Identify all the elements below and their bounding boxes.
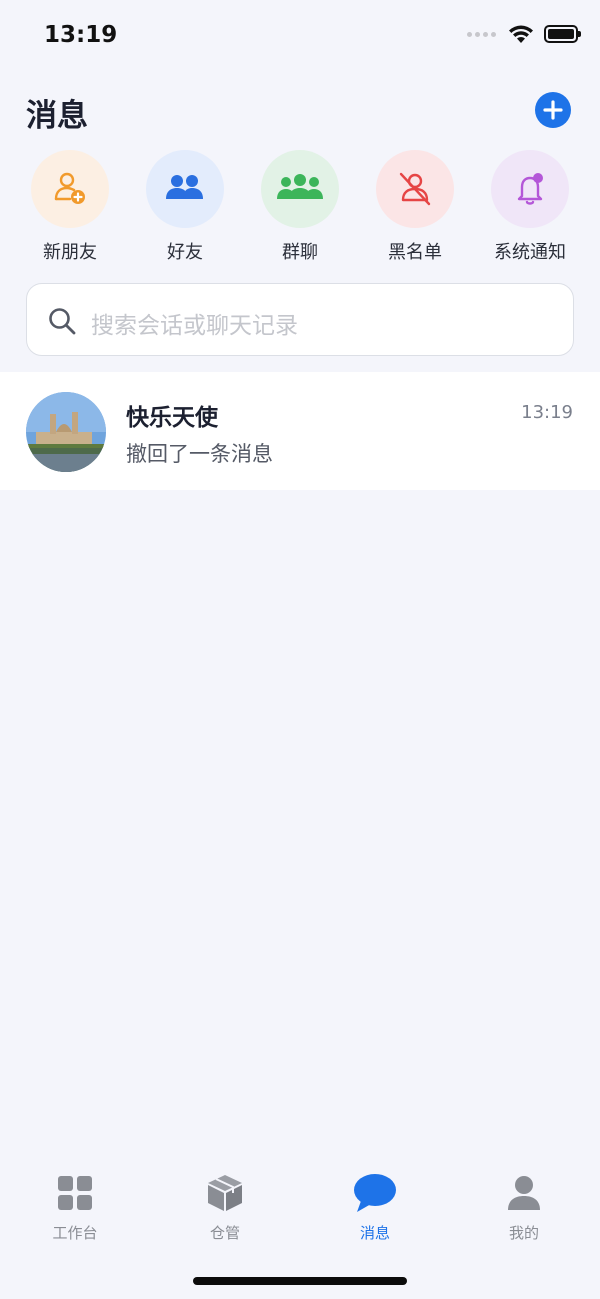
tab-workbench[interactable]: 工作台 [15, 1172, 135, 1243]
shortcut-label: 好友 [167, 242, 203, 263]
wifi-icon [509, 25, 533, 43]
avatar [26, 392, 106, 472]
avatar-image [26, 392, 106, 472]
shortcut-system-notices[interactable]: 系统通知 [475, 150, 585, 264]
friends-icon [166, 175, 203, 199]
conversation-time: 13:19 [521, 402, 573, 423]
signal-icon [467, 31, 496, 37]
shortcut-blacklist[interactable]: 黑名单 [360, 150, 470, 264]
home-indicator [193, 1277, 407, 1285]
shortcut-label: 新朋友 [43, 242, 97, 263]
tab-label: 消息 [359, 1224, 390, 1242]
shortcut-label: 黑名单 [388, 242, 442, 263]
shortcut-row: 新朋友 好友 群聊 黑名单 系统通知 [0, 150, 600, 270]
box-icon [208, 1175, 242, 1211]
search-icon [49, 308, 76, 335]
search-input[interactable]: 搜索会话或聊天记录 [26, 283, 574, 356]
blocked-person-icon [399, 172, 431, 206]
shortcut-groups[interactable]: 群聊 [245, 150, 355, 264]
conversation-item[interactable]: 快乐天使 撤回了一条消息 13:19 [0, 372, 600, 490]
tab-messages[interactable]: 消息 [315, 1172, 435, 1243]
conversation-preview: 撤回了一条消息 [126, 442, 273, 466]
status-bar: 13:19 [0, 0, 600, 74]
shortcut-circle [146, 150, 224, 228]
tab-label: 工作台 [52, 1224, 98, 1242]
tab-mine[interactable]: 我的 [464, 1172, 584, 1243]
add-button[interactable] [535, 92, 571, 128]
shortcut-circle [491, 150, 569, 228]
status-icons [467, 24, 581, 44]
shortcut-circle [31, 150, 109, 228]
shortcut-new-friends[interactable]: 新朋友 [15, 150, 125, 264]
chat-bubble-icon [354, 1174, 396, 1212]
shortcut-circle [261, 150, 339, 228]
shortcut-label: 群聊 [282, 242, 318, 263]
search-placeholder: 搜索会话或聊天记录 [91, 313, 298, 339]
page-header: 消息 [0, 88, 600, 138]
tab-bar: 工作台 仓管 消息 我的 [0, 1160, 600, 1260]
plus-icon [543, 100, 563, 120]
shortcut-label: 系统通知 [494, 242, 566, 263]
person-icon [508, 1176, 540, 1210]
status-time: 13:19 [44, 22, 118, 48]
grid-icon [58, 1176, 92, 1210]
tab-label: 仓管 [209, 1224, 240, 1242]
conversation-name: 快乐天使 [126, 405, 218, 431]
shortcut-friends[interactable]: 好友 [130, 150, 240, 264]
page-title: 消息 [26, 98, 88, 134]
add-person-icon [54, 172, 85, 204]
tab-warehouse[interactable]: 仓管 [165, 1172, 285, 1243]
conversation-list: 快乐天使 撤回了一条消息 13:19 [0, 372, 600, 490]
bell-icon [517, 173, 543, 205]
tab-label: 我的 [508, 1224, 539, 1242]
battery-icon [544, 25, 581, 43]
group-icon [277, 174, 323, 199]
shortcut-circle [376, 150, 454, 228]
